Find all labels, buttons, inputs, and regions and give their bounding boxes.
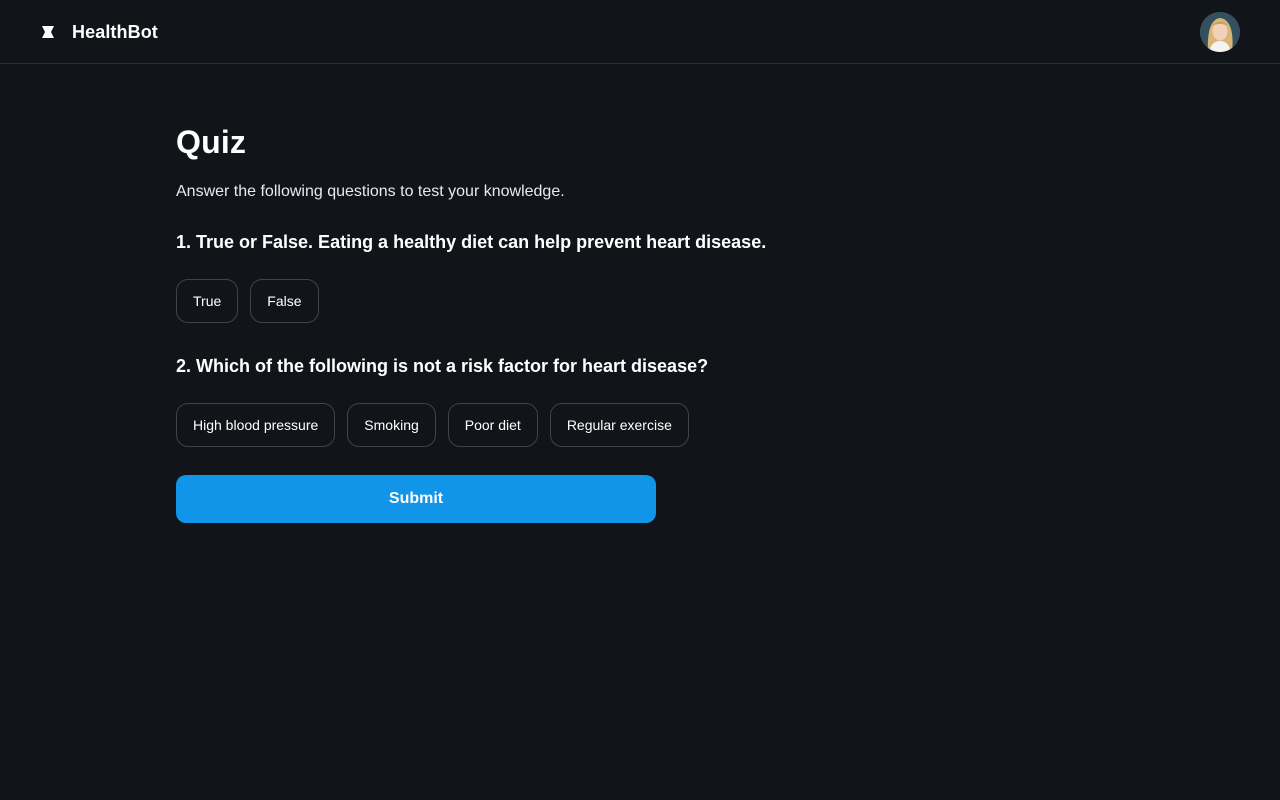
app-title[interactable]: HealthBot <box>72 20 158 44</box>
quiz-intro: Answer the following questions to test y… <box>176 183 565 200</box>
option-high-blood-pressure[interactable]: High blood pressure <box>176 403 336 447</box>
submit-button[interactable]: Submit <box>176 475 656 523</box>
option-smoking[interactable]: Smoking <box>347 403 436 447</box>
question-2-options: High blood pressure Smoking Poor diet Re… <box>176 403 896 447</box>
question-1: 1. True or False. Eating a healthy diet … <box>176 232 767 252</box>
question-1-options: True False <box>176 279 896 323</box>
top-bar: HealthBot <box>0 0 1280 64</box>
logo-icon[interactable] <box>41 25 55 39</box>
option-true[interactable]: True <box>176 279 239 323</box>
question-2: 2. Which of the following is not a risk … <box>176 356 709 376</box>
option-false[interactable]: False <box>250 279 319 323</box>
user-avatar[interactable] <box>1200 12 1240 52</box>
option-regular-exercise[interactable]: Regular exercise <box>549 403 689 447</box>
option-poor-diet[interactable]: Poor diet <box>447 403 538 447</box>
page-title: Quiz <box>176 124 247 160</box>
quiz-content: Quiz Answer the following questions to t… <box>176 120 896 523</box>
